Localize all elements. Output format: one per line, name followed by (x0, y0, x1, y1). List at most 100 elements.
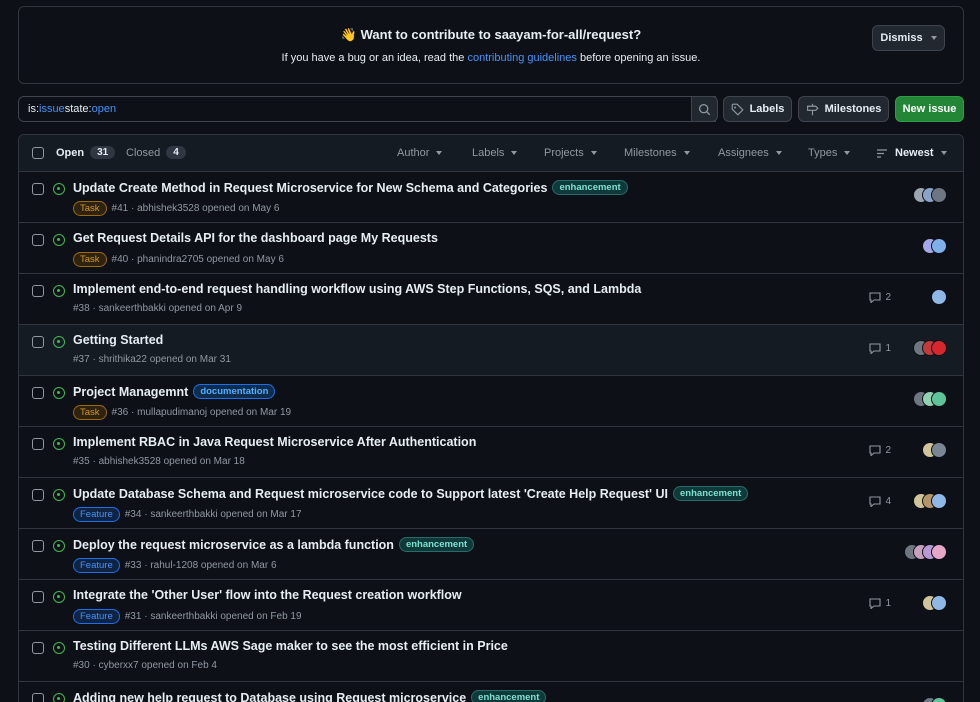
filter-milestones[interactable]: Milestones (624, 147, 690, 159)
issue-title-link[interactable]: Implement end-to-end request handling wo… (73, 282, 641, 296)
select-all-checkbox[interactable] (32, 147, 44, 159)
assignee-avatars[interactable] (913, 493, 947, 509)
issue-row[interactable]: Get Request Details API for the dashboar… (19, 223, 963, 274)
open-count-badge: 31 (90, 146, 116, 159)
assignee-avatars[interactable] (913, 340, 947, 356)
issue-meta: #36 · mullapudimanoj opened on Mar 19 (111, 407, 292, 418)
issue-type-badge[interactable]: Feature (73, 609, 120, 624)
issue-open-icon (53, 183, 65, 195)
issue-open-icon (53, 285, 65, 297)
comment-count[interactable]: 1 (869, 598, 891, 609)
labels-button[interactable]: Labels (723, 96, 792, 122)
issue-open-icon (53, 642, 65, 654)
assignee-avatars[interactable] (922, 595, 947, 611)
assignee-avatars[interactable] (913, 391, 947, 407)
filter-author[interactable]: Author (397, 147, 443, 159)
chevron-down-icon (775, 151, 782, 155)
issue-checkbox[interactable] (32, 591, 44, 603)
assignee-avatars[interactable] (922, 697, 947, 702)
issue-checkbox[interactable] (32, 183, 44, 195)
comment-count[interactable]: 1 (869, 343, 891, 354)
issue-row[interactable]: Implement RBAC in Java Request Microserv… (19, 427, 963, 478)
issue-row[interactable]: Implement end-to-end request handling wo… (19, 274, 963, 325)
comment-count[interactable]: 2 (869, 292, 891, 303)
chevron-down-icon (940, 151, 947, 155)
issue-row[interactable]: Integrate the 'Other User' flow into the… (19, 580, 963, 631)
issue-checkbox[interactable] (32, 540, 44, 552)
label-badge[interactable]: enhancement (552, 180, 628, 195)
issue-row[interactable]: Project Managemnt documentation Task #36… (19, 376, 963, 427)
issue-checkbox[interactable] (32, 285, 44, 297)
issue-title-link[interactable]: Testing Different LLMs AWS Sage maker to… (73, 639, 508, 653)
comment-count[interactable]: 4 (869, 496, 891, 507)
chevron-down-icon (590, 151, 597, 155)
filter-types[interactable]: Types (808, 147, 851, 159)
issue-row[interactable]: Adding new help request to Database usin… (19, 682, 963, 702)
filter-projects[interactable]: Projects (544, 147, 597, 159)
issue-title-link[interactable]: Implement RBAC in Java Request Microserv… (73, 435, 476, 449)
sort-dropdown[interactable]: Newest (876, 147, 947, 159)
issue-title-link[interactable]: Project Managemnt (73, 385, 188, 399)
label-badge[interactable]: documentation (193, 384, 276, 399)
issue-title-link[interactable]: Getting Started (73, 333, 163, 347)
issue-row[interactable]: Testing Different LLMs AWS Sage maker to… (19, 631, 963, 682)
issue-checkbox[interactable] (32, 234, 44, 246)
avatar (931, 595, 947, 611)
issue-type-badge[interactable]: Task (73, 252, 107, 267)
filter-labels[interactable]: Labels (472, 147, 518, 159)
issue-row[interactable]: Update Database Schema and Request micro… (19, 478, 963, 529)
issue-title-link[interactable]: Integrate the 'Other User' flow into the… (73, 588, 462, 602)
assignee-avatars[interactable] (904, 544, 947, 560)
issue-checkbox[interactable] (32, 642, 44, 654)
issue-title-link[interactable]: Adding new help request to Database usin… (73, 691, 466, 702)
issue-checkbox[interactable] (32, 387, 44, 399)
issue-meta: #41 · abhishek3528 opened on May 6 (111, 203, 280, 214)
closed-count-badge: 4 (166, 146, 186, 159)
issue-title-link[interactable]: Update Database Schema and Request micro… (73, 487, 668, 501)
tab-closed[interactable]: Closed 4 (126, 146, 186, 159)
label-badge[interactable]: enhancement (471, 690, 547, 702)
new-issue-button[interactable]: New issue (895, 96, 964, 122)
contributing-guidelines-link[interactable]: contributing guidelines (467, 52, 576, 64)
issue-row[interactable]: Getting Started #37 · shrithika22 opened… (19, 325, 963, 376)
issue-row[interactable]: Deploy the request microservice as a lam… (19, 529, 963, 580)
tab-closed-label: Closed (126, 146, 161, 159)
assignee-avatars[interactable] (922, 442, 947, 458)
filter-assignees[interactable]: Assignees (718, 147, 782, 159)
issue-title-link[interactable]: Deploy the request microservice as a lam… (73, 538, 394, 552)
issue-open-icon (53, 540, 65, 552)
label-badge[interactable]: enhancement (673, 486, 749, 501)
comment-count-value: 2 (885, 292, 891, 303)
query-value-2: open (91, 103, 117, 115)
issue-checkbox[interactable] (32, 438, 44, 450)
milestones-button[interactable]: Milestones (798, 96, 889, 122)
chevron-down-icon (511, 151, 518, 155)
issue-type-badge[interactable]: Feature (73, 507, 120, 522)
issue-checkbox[interactable] (32, 336, 44, 348)
dismiss-button[interactable]: Dismiss (872, 25, 945, 51)
issue-checkbox[interactable] (32, 693, 44, 702)
comment-count[interactable]: 2 (869, 445, 891, 456)
assignee-avatars[interactable] (913, 187, 947, 203)
issue-type-badge[interactable]: Task (73, 405, 107, 420)
issue-type-badge[interactable]: Task (73, 201, 107, 216)
comment-count-value: 1 (885, 598, 891, 609)
search-input[interactable]: is: issue state: open (18, 96, 716, 122)
issue-checkbox[interactable] (32, 489, 44, 501)
issue-type-badge[interactable]: Feature (73, 558, 120, 573)
avatar (931, 442, 947, 458)
search-button[interactable] (691, 96, 718, 122)
assignee-avatars[interactable] (931, 289, 947, 305)
issue-open-icon (53, 387, 65, 399)
issue-title-link[interactable]: Get Request Details API for the dashboar… (73, 231, 438, 245)
issue-open-icon (53, 489, 65, 501)
issue-meta: #34 · sankeerthbakki opened on Mar 17 (124, 509, 302, 520)
milestone-icon (806, 103, 819, 115)
label-badge[interactable]: enhancement (398, 537, 475, 552)
issue-row[interactable]: Update Create Method in Request Microser… (19, 172, 963, 223)
query-key-1: is: (28, 103, 39, 115)
assignee-avatars[interactable] (922, 238, 947, 254)
issue-open-icon (53, 234, 65, 246)
issue-title-link[interactable]: Update Create Method in Request Microser… (73, 181, 547, 195)
tab-open[interactable]: Open 31 (56, 146, 116, 159)
